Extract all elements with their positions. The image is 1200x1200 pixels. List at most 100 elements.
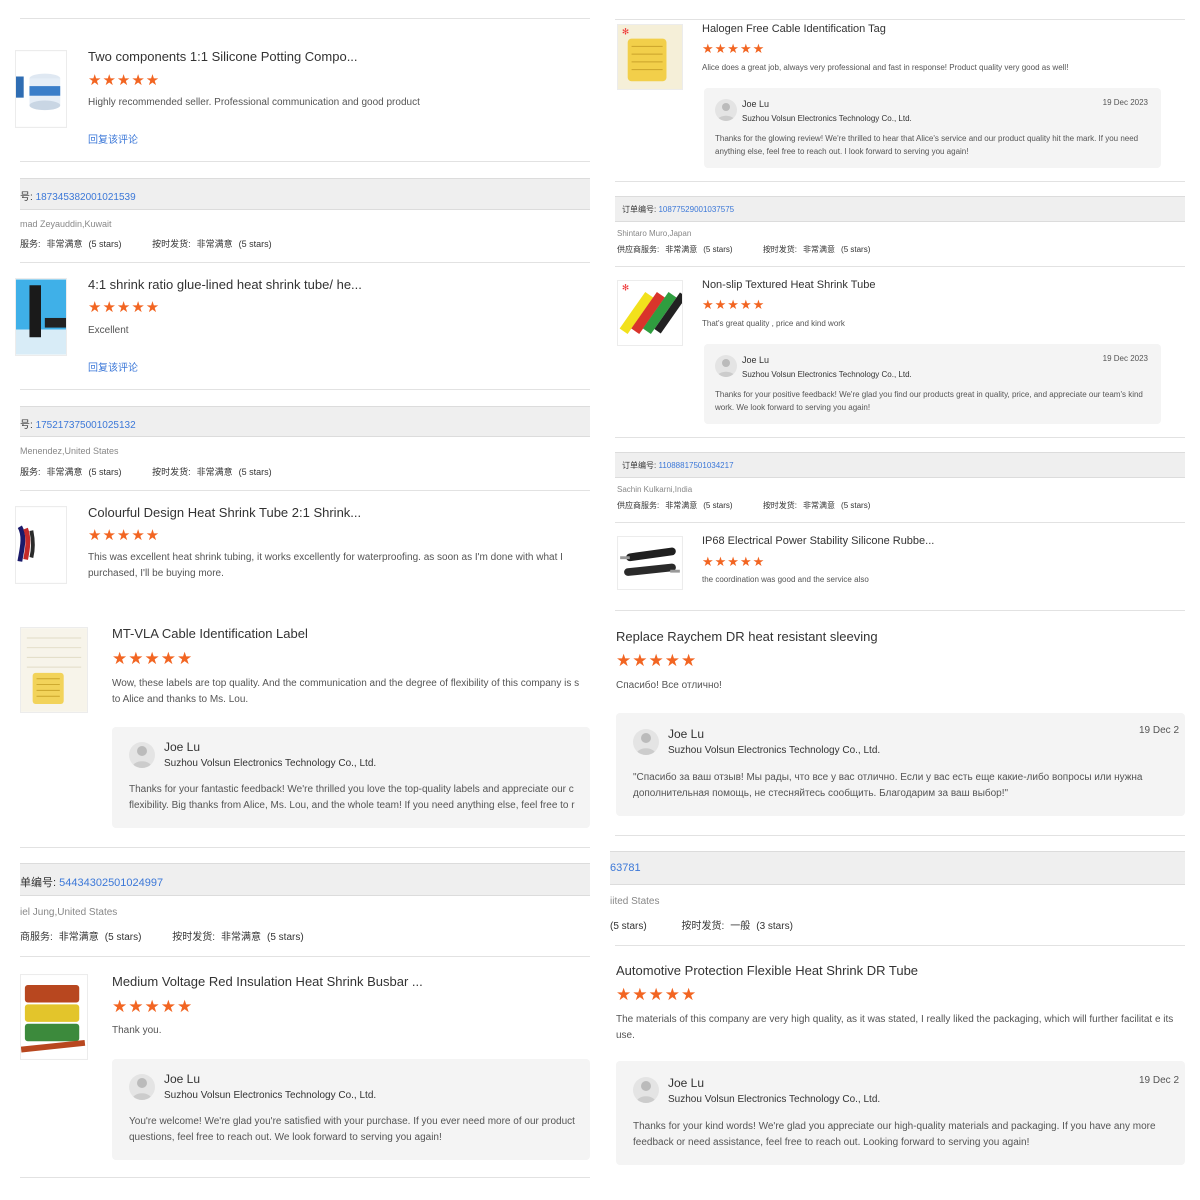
buyer-info: Sachin Kulkarni,India [617,485,693,494]
order-number-link[interactable]: 175217375001025132 [36,420,136,431]
reply-review-link[interactable]: 回复该评论 [88,131,138,146]
order-number-link[interactable]: 108775290010375​75 [658,205,734,214]
review-text: the coordination was good and the servic… [702,575,869,584]
product-title[interactable]: MT-VLA Cable Identification Label [112,626,582,641]
replier-company: Suzhou Volsun Electronics Technology Co.… [742,370,912,379]
buyer-info: iited States [610,896,660,907]
product-title[interactable]: Non-slip Textured Heat Shrink Tube [702,279,1172,291]
divider [20,490,590,491]
review-text: That's great quality , price and kind wo… [702,319,845,328]
product-title[interactable]: Halogen Free Cable Identification Tag [702,23,1172,35]
supplier-service-label: 供应商服务: [617,501,660,510]
buyer-info: Menendez,United States [20,446,119,456]
on-time-value: 非常满意 [196,239,233,249]
order-number-label: 订单编号: [622,461,657,470]
product-title[interactable]: 4:1 shrink ratio glue-lined heat shrink … [88,277,568,292]
buyer-info: iel Jung,United States [20,907,118,918]
replier-company: Suzhou Volsun Electronics Technology Co.… [742,114,912,123]
divider [615,266,1185,267]
reply-review-link[interactable]: 回复该评论 [88,359,138,374]
divider [20,847,590,848]
seller-reply: Joe Lu Suzhou Volsun Electronics Technol… [112,727,590,828]
on-time-stars: (5 stars) [238,467,272,477]
order-number-label: 单编号: [20,877,57,889]
silicone-rubber-tube-icon[interactable] [617,536,683,590]
busbar-tube-icon[interactable] [20,974,88,1060]
divider [20,161,590,162]
buyer-info: mad Zeyauddin,Kuwait [20,219,112,229]
reply-date: 19 Dec 2023 [1102,354,1148,363]
reply-text: You're welcome! We're glad you're satisf… [129,1116,575,1143]
on-time-value: 非常满意 [196,467,233,477]
textured-tube-icon[interactable]: ✻ [617,280,683,346]
divider [615,610,1185,611]
on-time-label: 按时发货: [152,239,191,249]
review-text: Thank you. [112,1025,162,1036]
buyer-info: Shintaro Muro,Japan [617,229,692,238]
order-number-link[interactable]: 110888175010342​17 [658,461,733,470]
reply-date: 19 Dec 2 [1139,1075,1180,1086]
order-bar: 单编号: 544343025010249​97 [20,863,590,896]
review-text: Highly recommended seller. Professional … [88,97,420,108]
svg-text:✻: ✻ [622,284,629,294]
product-title[interactable]: Automotive Protection Flexible Heat Shri… [616,963,1176,978]
divider [20,18,590,19]
supplier-service-stars: (5 stars) [610,921,647,932]
star-rating: ★★★★★ [88,299,161,316]
avatar [715,355,737,377]
avatar [129,742,155,768]
seller-reply: Joe Lu Suzhou Volsun Electronics Technol… [112,1059,590,1160]
product-title[interactable]: Medium Voltage Red Insulation Heat Shrin… [112,974,582,989]
rating-summary: (5 stars) 按时发货: 一般 (3 stars) [610,917,799,932]
star-rating: ★★★★★ [702,297,766,312]
potting-jar-icon[interactable] [15,50,67,128]
review-text: The materials of this company are very h… [616,1014,1174,1041]
order-number-link[interactable]: 187345382001021539 [36,192,136,203]
star-rating: ★★★★★ [616,985,698,1004]
replier-name: Joe Lu [742,355,770,365]
order-bar: 订单编号: 108775290010375​75 [615,196,1185,222]
order-number-link[interactable]: 544343025010249​97 [59,877,163,889]
on-time-stars: (5 stars) [267,932,304,943]
order-number-label: 号: [20,420,33,431]
on-time-label: 按时发货: [172,932,216,943]
divider [615,19,1185,20]
supplier-service-stars: (5 stars) [703,245,733,254]
replier-name: Joe Lu [668,1076,705,1090]
seller-reply: Joe Lu Suzhou Volsun Electronics Technol… [616,1061,1185,1165]
heat-shrink-tube-icon[interactable] [15,278,67,356]
rating-summary: 服务: 非常满意 (5 stars) 按时发货: 非常满意 (5 stars) [20,465,278,478]
divider [20,956,590,957]
star-rating: ★★★★★ [616,651,698,670]
on-time-stars: (3 stars) [756,921,793,932]
coloured-tube-icon[interactable] [15,506,67,584]
on-time-label: 按时发货: [152,467,191,477]
star-rating: ★★★★★ [112,997,194,1016]
review-text: Excellent [88,325,129,336]
order-number-label: 订单编号: [622,205,657,214]
product-title[interactable]: Replace Raychem DR heat resistant sleevi… [616,629,1176,644]
review-text: Alice does a great job, always very prof… [702,63,1069,72]
replier-name: Joe Lu [164,740,201,754]
on-time-stars: (5 stars) [238,239,272,249]
divider [20,262,590,263]
divider [615,437,1185,438]
order-number-label: 号: [20,192,33,203]
identification-tag-icon[interactable]: ✻ [617,24,683,90]
product-title[interactable]: IP68 Electrical Power Stability Silicone… [702,535,1172,547]
reply-text: Thanks for your kind words! We're glad y… [633,1121,1156,1148]
on-time-stars: (5 stars) [841,245,871,254]
divider [615,945,1185,946]
product-title[interactable]: Two components 1:1 Silicone Potting Comp… [88,49,568,64]
product-title[interactable]: Colourful Design Heat Shrink Tube 2:1 Sh… [88,505,568,520]
supplier-service-value: 非常满意 [46,467,83,477]
supplier-service-value: 非常满意 [665,245,698,254]
supplier-service-label: 供应商服务: [617,245,660,254]
supplier-service-value: 非常满意 [46,239,83,249]
svg-text:✻: ✻ [622,28,629,38]
order-bar: 订单编号: 110888175010342​17 [615,452,1185,478]
cable-label-icon[interactable] [20,627,88,713]
reply-text: Thanks for your positive feedback! We're… [715,390,1143,412]
reply-date: 19 Dec 2023 [1102,98,1148,107]
order-number-link[interactable]: 63781 [610,862,641,874]
